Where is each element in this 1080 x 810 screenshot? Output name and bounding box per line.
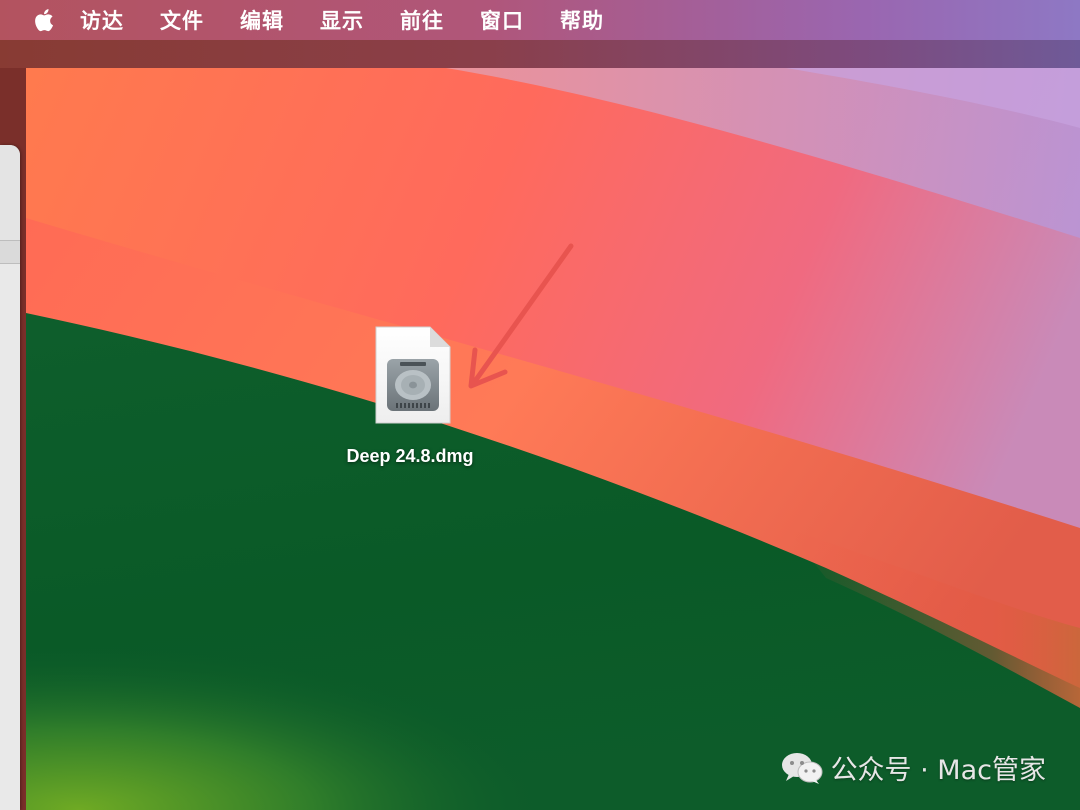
menu-bar: 访达 文件 编辑 显示 前往 窗口 帮助 [0, 0, 1080, 40]
apple-logo-icon[interactable] [34, 6, 58, 34]
menu-bar-shadow [0, 40, 1080, 68]
menu-help[interactable]: 帮助 [560, 5, 604, 35]
watermark-text: 公众号 · Mac管家 [830, 755, 1046, 786]
watermark: 公众号 · Mac管家 [781, 748, 1046, 787]
window-tabbar [0, 241, 20, 264]
window-content [0, 264, 20, 810]
wallpaper [26, 68, 1080, 810]
menu-file[interactable]: 文件 [160, 5, 204, 35]
menu-view[interactable]: 显示 [320, 5, 364, 35]
menu-window[interactable]: 窗口 [480, 5, 524, 35]
arrow-annotation-icon [468, 243, 574, 389]
disk-image-file-icon[interactable] [374, 325, 452, 425]
window-toolbar [0, 145, 20, 241]
file-name-label[interactable]: Deep 24.8.dmg [300, 446, 520, 467]
desktop[interactable] [26, 68, 1080, 810]
menu-edit[interactable]: 编辑 [240, 5, 284, 35]
wechat-icon [781, 752, 823, 784]
menu-finder[interactable]: 访达 [80, 5, 124, 35]
finder-window-edge[interactable] [0, 145, 20, 810]
menu-go[interactable]: 前往 [400, 5, 444, 35]
